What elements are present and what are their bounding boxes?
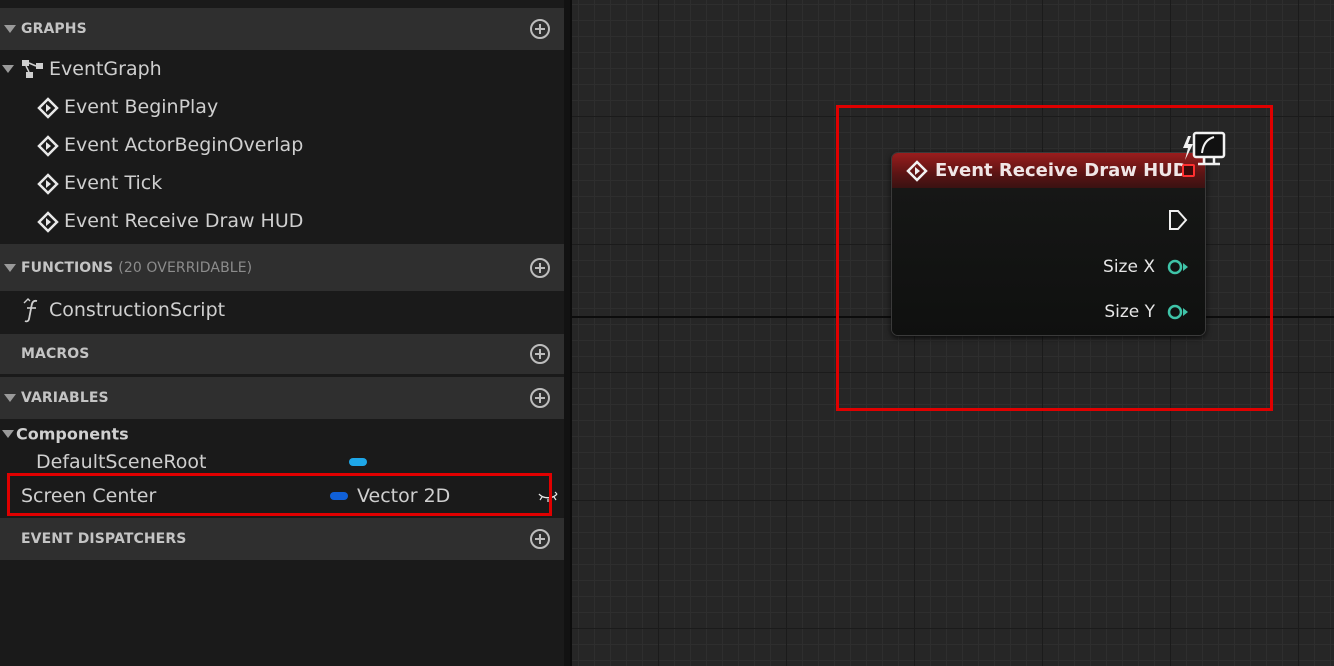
collapse-arrow-icon[interactable] [4, 263, 16, 272]
graphs-section-header[interactable]: GRAPHS [0, 8, 564, 50]
graphs-section-title: GRAPHS [21, 21, 87, 37]
tree-item-function[interactable]: ConstructionScript [0, 291, 564, 329]
tree-item-event[interactable]: Event BeginPlay [0, 88, 564, 126]
functions-section-header[interactable]: FUNCTIONS (20 OVERRIDABLE) [0, 244, 564, 291]
variables-section-header[interactable]: VARIABLES [0, 377, 564, 419]
function-icon [23, 298, 38, 323]
my-blueprint-panel: GRAPHS EventGraph Event BeginPlay Event … [0, 0, 564, 666]
event-label: Event ActorBeginOverlap [64, 134, 304, 156]
add-macro-button[interactable] [530, 344, 550, 364]
variable-name: DefaultSceneRoot [36, 450, 207, 473]
event-dispatchers-section-header[interactable]: EVENT DISPATCHERS [0, 518, 564, 560]
tree-item-event[interactable]: Event ActorBeginOverlap [0, 126, 564, 164]
event-label: Event Receive Draw HUD [64, 210, 304, 232]
function-label: ConstructionScript [49, 299, 226, 321]
eventgraph-label: EventGraph [49, 58, 162, 80]
event-label: Event BeginPlay [64, 96, 219, 118]
macros-section-header[interactable]: MACROS [0, 334, 564, 374]
functions-overridable-count: (20 OVERRIDABLE) [118, 259, 253, 276]
variable-type-pill [349, 457, 367, 466]
node-highlight-box [836, 105, 1273, 411]
event-dispatchers-section-title: EVENT DISPATCHERS [21, 531, 187, 547]
category-label: Components [16, 424, 129, 444]
event-label: Event Tick [64, 172, 163, 194]
graph-origin-line-vertical [570, 0, 572, 666]
event-diamond-icon [37, 135, 59, 157]
collapse-arrow-icon[interactable] [4, 25, 16, 33]
tree-item-event[interactable]: Event Tick [0, 164, 564, 202]
event-diamond-icon [37, 211, 59, 233]
panel-top-strip [0, 0, 564, 8]
variables-section-title: VARIABLES [21, 390, 109, 406]
tree-item-eventgraph[interactable]: EventGraph [0, 50, 564, 88]
add-graph-button[interactable] [530, 19, 550, 39]
graph-canvas[interactable]: Event Receive Draw HUD Size X Size Y [570, 0, 1334, 666]
macros-section-title: MACROS [21, 346, 90, 362]
functions-section-title: FUNCTIONS (20 OVERRIDABLE) [21, 260, 252, 276]
expand-arrow-icon[interactable] [2, 65, 14, 73]
functions-title-text: FUNCTIONS [21, 259, 114, 276]
add-variable-button[interactable] [530, 388, 550, 408]
expand-arrow-icon[interactable] [2, 430, 14, 438]
tree-item-event[interactable]: Event Receive Draw HUD [0, 202, 564, 240]
graph-icon [22, 60, 43, 78]
event-diamond-icon [37, 97, 59, 119]
event-diamond-icon [37, 173, 59, 195]
add-event-dispatcher-button[interactable] [530, 529, 550, 549]
variable-highlight-box [7, 473, 552, 516]
add-function-button[interactable] [530, 257, 550, 278]
collapse-arrow-icon[interactable] [4, 394, 16, 402]
